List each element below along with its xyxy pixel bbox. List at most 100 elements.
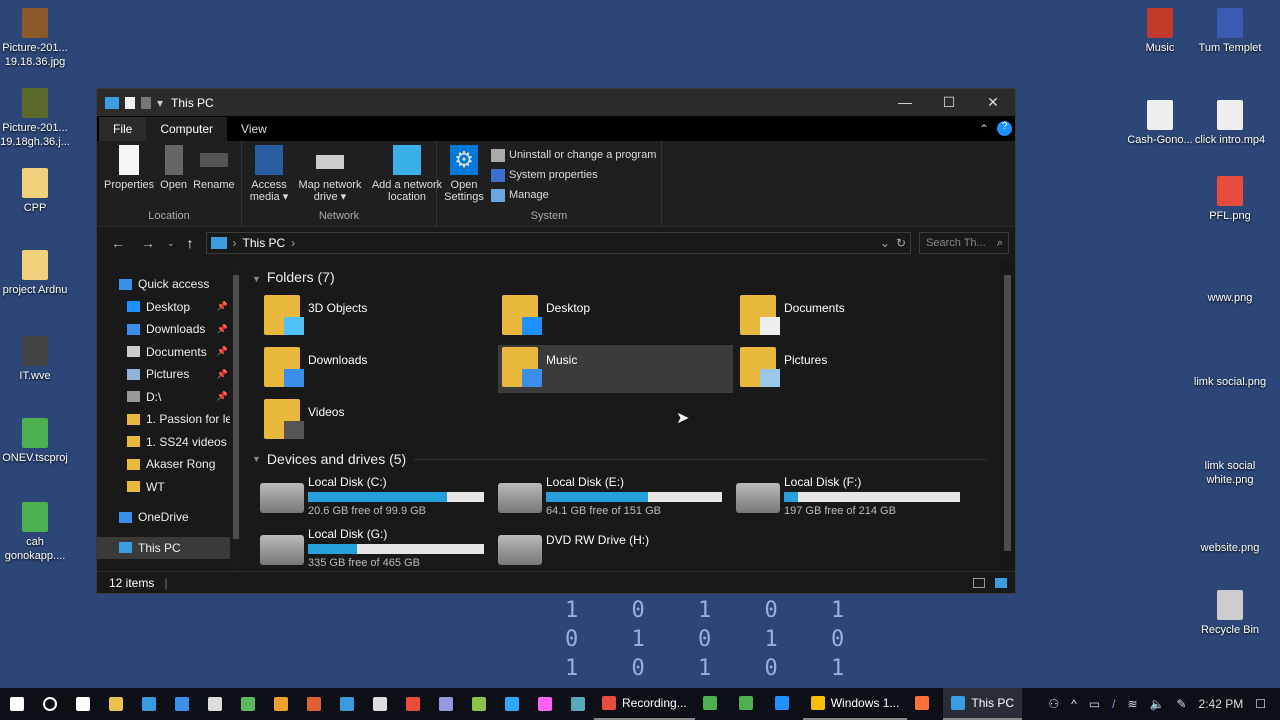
desktop-icon[interactable]: www.png (1192, 258, 1268, 305)
drive-item[interactable]: Local Disk (G:) 335 GB free of 465 GB (260, 527, 495, 569)
nav-scrollbar[interactable] (230, 261, 242, 573)
desktop-icon[interactable]: limk social.png (1192, 342, 1268, 389)
uninstall-program-button[interactable]: Uninstall or change a program (491, 145, 656, 165)
taskbar-app[interactable] (907, 688, 943, 720)
folders-section-header[interactable]: ▼ Folders (7) (252, 269, 335, 285)
wifi-icon[interactable]: ≋ (1127, 697, 1137, 711)
address-dropdown-icon[interactable]: ⌄ (880, 236, 890, 250)
customize-quick-access-icon[interactable]: ▾ (157, 96, 163, 110)
desktop-icon[interactable]: Cash-Gono... (1122, 100, 1198, 147)
recent-locations-icon[interactable]: ⌄ (167, 238, 175, 249)
store-icon[interactable] (99, 688, 132, 720)
nav-item[interactable]: Documents 📌 (97, 341, 242, 364)
up-button[interactable]: ↑ (187, 235, 194, 251)
title-bar[interactable]: ▾ This PC — ☐ ✕ (97, 89, 1015, 116)
nav-item[interactable]: Akaser Rong (97, 453, 242, 476)
taskbar-app[interactable] (767, 688, 803, 720)
battery-icon[interactable]: ▭ (1089, 697, 1100, 711)
nav-item[interactable]: Quick access (97, 273, 242, 296)
content-scrollbar[interactable] (1000, 261, 1015, 573)
android-icon[interactable] (462, 688, 495, 720)
nav-item[interactable]: Downloads 📌 (97, 318, 242, 341)
nav-item[interactable]: 1. Passion for lea (97, 408, 242, 431)
tab-computer[interactable]: Computer (146, 117, 228, 141)
system-properties-button[interactable]: System properties (491, 165, 656, 185)
start-button[interactable] (0, 688, 33, 720)
taskbar-app[interactable]: This PC (943, 688, 1023, 720)
app-icon[interactable] (264, 688, 297, 720)
taskbar-app[interactable] (731, 688, 767, 720)
folder-item[interactable]: Documents (736, 293, 971, 341)
pc-icon[interactable] (132, 688, 165, 720)
mp3-icon[interactable] (231, 688, 264, 720)
people-icon[interactable]: ⚇ (1048, 697, 1059, 711)
tab-file[interactable]: File (99, 117, 147, 141)
search-icon[interactable] (33, 688, 66, 720)
drive-item[interactable]: DVD RW Drive (H:) (498, 527, 733, 565)
tab-view[interactable]: View (227, 117, 281, 141)
desktop-icon[interactable]: website.png (1192, 508, 1268, 555)
clock[interactable]: 2:42 PM (1199, 697, 1244, 711)
forward-button[interactable]: → (141, 235, 155, 251)
collapse-ribbon-icon[interactable]: ⌃ (971, 117, 997, 141)
desktop-icon[interactable]: IT.wve (0, 336, 73, 383)
details-view-icon[interactable] (973, 577, 985, 588)
xd-icon[interactable] (528, 688, 561, 720)
folder-item[interactable]: Pictures (736, 345, 971, 393)
taskbar-app[interactable] (695, 688, 731, 720)
folder-item[interactable]: Downloads (260, 345, 495, 393)
pen-workspace-icon[interactable]: ✎ (1176, 697, 1186, 711)
scroll-thumb[interactable] (1004, 275, 1011, 551)
desktop-icon[interactable]: CPP (0, 168, 73, 215)
action-center-icon[interactable]: ☐ (1255, 697, 1266, 711)
help-icon[interactable]: ? (997, 121, 1012, 136)
show-hidden-icons[interactable]: ^ (1071, 697, 1077, 711)
address-bar[interactable]: › This PC › ⌄ ↻ (205, 232, 911, 254)
folder-item[interactable]: Music (498, 345, 733, 393)
box-icon[interactable] (363, 688, 396, 720)
desktop-icon[interactable]: Picture-201... 19.18.36.jpg (0, 8, 73, 69)
desktop-icon[interactable]: PFL.png (1192, 176, 1268, 223)
volume-icon[interactable]: 🔈 (1150, 697, 1165, 711)
large-icons-view-icon[interactable] (995, 577, 1007, 588)
properties-quick-icon[interactable] (125, 96, 135, 109)
nav-item[interactable]: D:\ 📌 (97, 386, 242, 409)
desktop-icon[interactable]: click intro.mp4 (1192, 100, 1268, 147)
desktop-icon[interactable]: project Ardnu (0, 250, 73, 297)
nav-item[interactable]: Pictures 📌 (97, 363, 242, 386)
maximize-button[interactable]: ☐ (927, 94, 971, 111)
manage-button[interactable]: Manage (491, 185, 656, 205)
desktop-icon[interactable]: Music (1122, 8, 1198, 55)
nav-item[interactable]: Desktop 📌 (97, 296, 242, 319)
search-input[interactable]: Search Th... ⌕ (919, 232, 1009, 254)
app-icon[interactable] (561, 688, 594, 720)
notepad-icon[interactable] (198, 688, 231, 720)
desktop-icon[interactable]: limk social white.png (1192, 426, 1268, 487)
close-button[interactable]: ✕ (971, 94, 1015, 111)
photoshop-icon[interactable] (495, 688, 528, 720)
folder-item[interactable]: Desktop (498, 293, 733, 341)
ccleaner-icon[interactable] (297, 688, 330, 720)
drive-item[interactable]: Local Disk (F:) 197 GB free of 214 GB (736, 475, 971, 517)
desktop-icon[interactable]: ONEV.tscproj (0, 418, 73, 465)
desktop-icon[interactable]: Tum Templet (1192, 8, 1268, 55)
breadcrumb-this-pc[interactable]: This PC (243, 236, 286, 250)
download-icon[interactable] (165, 688, 198, 720)
desktop-icon[interactable]: Picture-201... 19.18gh.36.j... (0, 88, 73, 149)
taskbar-app[interactable]: Recording... (594, 688, 695, 720)
pen-icon[interactable]: / (1112, 697, 1115, 711)
scroll-thumb[interactable] (233, 275, 239, 539)
desktop-icon[interactable]: cah gonokapp.... (0, 502, 73, 563)
new-folder-quick-icon[interactable] (141, 96, 151, 109)
desktop-icon[interactable]: Recycle Bin (1192, 590, 1268, 637)
folder-item[interactable]: 3D Objects (260, 293, 495, 341)
minimize-button[interactable]: — (883, 94, 927, 111)
taskbar-app[interactable]: Windows 1... (802, 688, 908, 720)
drives-section-header[interactable]: ▼ Devices and drives (5) (252, 451, 987, 467)
nav-item[interactable]: 1. SS24 videos (97, 431, 242, 454)
player-icon[interactable] (330, 688, 363, 720)
menu-icon[interactable] (429, 688, 462, 720)
nav-item[interactable]: OneDrive (97, 506, 242, 529)
task-view-icon[interactable] (66, 688, 99, 720)
nav-item[interactable]: This PC (97, 536, 242, 559)
